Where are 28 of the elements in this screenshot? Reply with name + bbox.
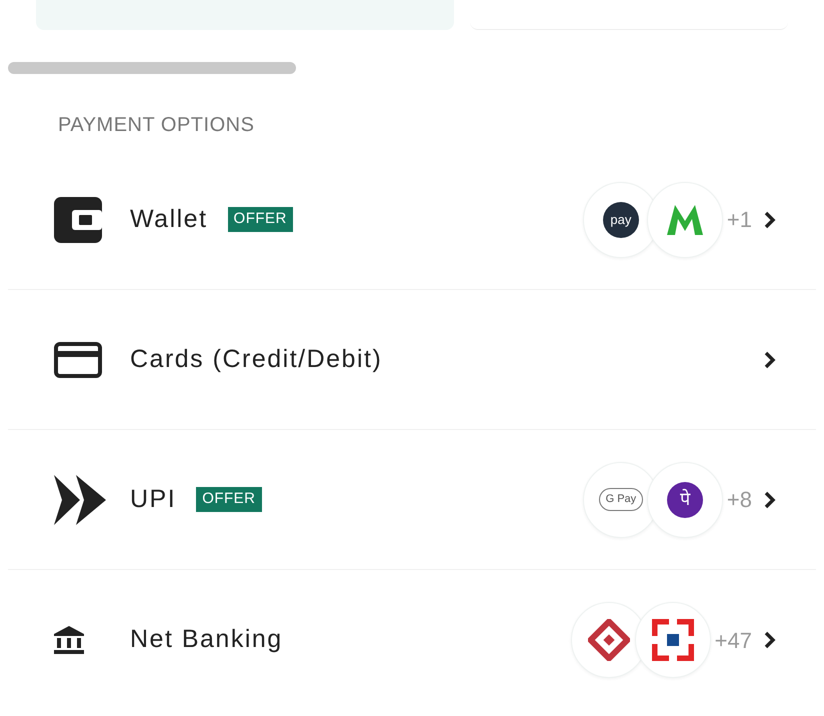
pay-logo: pay	[602, 202, 639, 238]
payment-option[interactable]: UPI OFFER G Pay पे +8	[8, 430, 776, 569]
section-title: PAYMENT OPTIONS	[58, 114, 254, 136]
payment-option[interactable]: Cards (Credit/Debit)	[8, 290, 776, 429]
m-logo-icon	[664, 204, 705, 234]
option-label: Wallet	[130, 204, 208, 235]
more-count: +47	[714, 626, 752, 654]
chevron-right-icon	[764, 490, 776, 508]
bank-icon	[54, 626, 84, 654]
option-label: UPI	[130, 484, 176, 515]
chevron-right-icon	[764, 210, 776, 228]
payment-option[interactable]: Net Banking +47	[8, 570, 776, 710]
chevron-right-icon	[764, 350, 776, 368]
more-count: +8	[726, 486, 752, 514]
more-count: +1	[726, 206, 752, 234]
credit-card-icon	[54, 342, 102, 378]
offer-badge: OFFER	[228, 207, 293, 232]
square-logo-icon	[652, 619, 694, 661]
offer-badge: OFFER	[196, 487, 262, 512]
pay-logo: G Pay	[598, 488, 644, 511]
option-label: Cards (Credit/Debit)	[130, 344, 382, 375]
chevron-right-icon	[764, 631, 776, 649]
double-chevron-icon	[54, 474, 106, 524]
diamond-logo-icon	[588, 619, 630, 661]
option-label: Net Banking	[130, 624, 283, 656]
wallet-icon	[54, 196, 102, 242]
payment-option[interactable]: Wallet OFFER pay +1	[8, 150, 776, 289]
round-letter-logo: पे	[666, 482, 703, 518]
